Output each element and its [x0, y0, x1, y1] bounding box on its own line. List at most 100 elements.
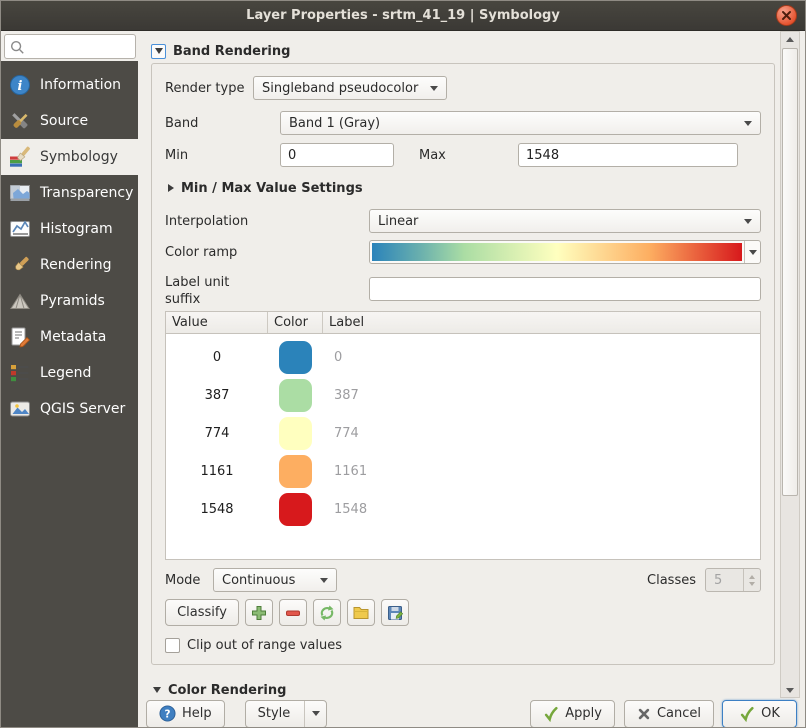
style-dropdown[interactable]: [304, 701, 320, 727]
color-swatch[interactable]: [279, 417, 312, 450]
scrollbar-thumb[interactable]: [782, 48, 798, 496]
sidebar-nav: i Information Source Symbology Transpare…: [1, 61, 138, 728]
apply-button[interactable]: Apply: [530, 700, 615, 728]
sidebar-item-symbology[interactable]: Symbology: [1, 139, 138, 175]
sidebar-item-label: Source: [40, 113, 88, 129]
color-swatch[interactable]: [279, 341, 312, 374]
sidebar-item-qgis-server[interactable]: QGIS Server: [1, 391, 138, 427]
sidebar-item-rendering[interactable]: Rendering: [1, 247, 138, 283]
min-input[interactable]: [280, 143, 394, 167]
color-ramp-label: Color ramp: [165, 245, 369, 260]
sidebar-item-label: Pyramids: [40, 293, 105, 309]
color-rendering-header[interactable]: Color Rendering: [153, 682, 779, 698]
label-cell[interactable]: 0: [323, 350, 760, 365]
sidebar-item-source[interactable]: Source: [1, 103, 138, 139]
label-cell[interactable]: 1161: [323, 464, 760, 479]
save-icon: [386, 604, 404, 622]
check-icon: [739, 706, 755, 722]
sidebar-item-label: Legend: [40, 365, 91, 381]
table-body: 0 0 387 387 774: [166, 334, 760, 528]
sidebar-item-transparency[interactable]: Transparency: [1, 175, 138, 211]
sidebar: i Information Source Symbology Transpare…: [1, 31, 138, 728]
help-button[interactable]: ? Help: [146, 700, 225, 728]
collapse-expander[interactable]: [151, 44, 166, 59]
min-max-row: Min Max: [165, 143, 761, 167]
search-input[interactable]: [25, 38, 131, 55]
titlebar: Layer Properties - srtm_41_19 | Symbolog…: [1, 1, 805, 31]
cancel-label: Cancel: [657, 706, 701, 721]
mode-value: Continuous: [222, 573, 312, 588]
transparency-icon: [9, 182, 31, 204]
color-map-table: Value Color Label 0 0 387: [165, 311, 761, 560]
sidebar-item-information[interactable]: i Information: [1, 67, 138, 103]
mode-select[interactable]: Continuous: [213, 568, 337, 592]
remove-value-button[interactable]: [279, 599, 307, 626]
scroll-up-icon: [786, 37, 794, 42]
table-row[interactable]: 1161 1161: [166, 452, 760, 490]
scroll-down-icon: [786, 688, 794, 693]
source-icon: [9, 110, 31, 132]
plus-icon: [250, 604, 268, 622]
sidebar-search: [4, 34, 136, 59]
value-cell[interactable]: 1548: [166, 502, 268, 517]
classes-spinner: 5: [705, 568, 761, 592]
vertical-scrollbar[interactable]: [780, 31, 800, 698]
check-icon: [543, 706, 559, 722]
classes-value: 5: [706, 569, 743, 591]
add-value-button[interactable]: [245, 599, 273, 626]
ok-button[interactable]: OK: [722, 700, 797, 728]
chevron-down-icon: [749, 250, 757, 255]
close-icon: [781, 10, 792, 21]
x-icon: [637, 707, 651, 721]
color-swatch[interactable]: [279, 455, 312, 488]
value-cell[interactable]: 1161: [166, 464, 268, 479]
color-ramp-button[interactable]: [369, 240, 761, 264]
label-cell[interactable]: 1548: [323, 502, 760, 517]
column-header-value[interactable]: Value: [166, 312, 268, 333]
value-cell[interactable]: 774: [166, 426, 268, 441]
color-ramp-dropdown[interactable]: [744, 241, 760, 263]
table-row[interactable]: 387 387: [166, 376, 760, 414]
sidebar-item-legend[interactable]: Legend: [1, 355, 138, 391]
apply-label: Apply: [565, 706, 602, 721]
table-row[interactable]: 1548 1548: [166, 490, 760, 528]
column-header-label[interactable]: Label: [323, 312, 760, 333]
minus-icon: [284, 604, 302, 622]
minmax-settings-header[interactable]: Min / Max Value Settings: [168, 180, 761, 196]
sidebar-item-label: Histogram: [40, 221, 113, 237]
label-cell[interactable]: 774: [323, 426, 760, 441]
label-unit-suffix-input[interactable]: [369, 277, 761, 301]
mode-row: Mode Continuous Classes 5: [165, 568, 761, 592]
sidebar-item-metadata[interactable]: Metadata: [1, 319, 138, 355]
folder-icon: [352, 604, 370, 622]
table-row[interactable]: 774 774: [166, 414, 760, 452]
color-swatch[interactable]: [279, 379, 312, 412]
color-swatch[interactable]: [279, 493, 312, 526]
value-cell[interactable]: 0: [166, 350, 268, 365]
style-button[interactable]: Style: [245, 700, 328, 728]
load-color-map-button[interactable]: [347, 599, 375, 626]
classify-button[interactable]: Classify: [165, 599, 239, 626]
cancel-button[interactable]: Cancel: [624, 700, 714, 728]
band-rendering-header[interactable]: Band Rendering: [151, 43, 779, 59]
band-select[interactable]: Band 1 (Gray): [280, 111, 761, 135]
value-cell[interactable]: 387: [166, 388, 268, 403]
save-color-map-button[interactable]: [381, 599, 409, 626]
sidebar-item-pyramids[interactable]: Pyramids: [1, 283, 138, 319]
interpolation-select[interactable]: Linear: [369, 209, 761, 233]
svg-text:?: ?: [164, 708, 170, 720]
search-icon: [9, 39, 25, 55]
band-label: Band: [165, 116, 280, 131]
label-cell[interactable]: 387: [323, 388, 760, 403]
load-values-button[interactable]: [313, 599, 341, 626]
scroll-down-button[interactable]: [781, 683, 799, 697]
scroll-up-button[interactable]: [781, 32, 799, 46]
close-button[interactable]: [776, 5, 797, 26]
clip-checkbox[interactable]: [165, 638, 180, 653]
column-header-color[interactable]: Color: [268, 312, 323, 333]
render-type-select[interactable]: Singleband pseudocolor: [253, 76, 447, 100]
sidebar-item-label: QGIS Server: [40, 401, 125, 417]
max-input[interactable]: [518, 143, 738, 167]
table-row[interactable]: 0 0: [166, 338, 760, 376]
sidebar-item-histogram[interactable]: Histogram: [1, 211, 138, 247]
